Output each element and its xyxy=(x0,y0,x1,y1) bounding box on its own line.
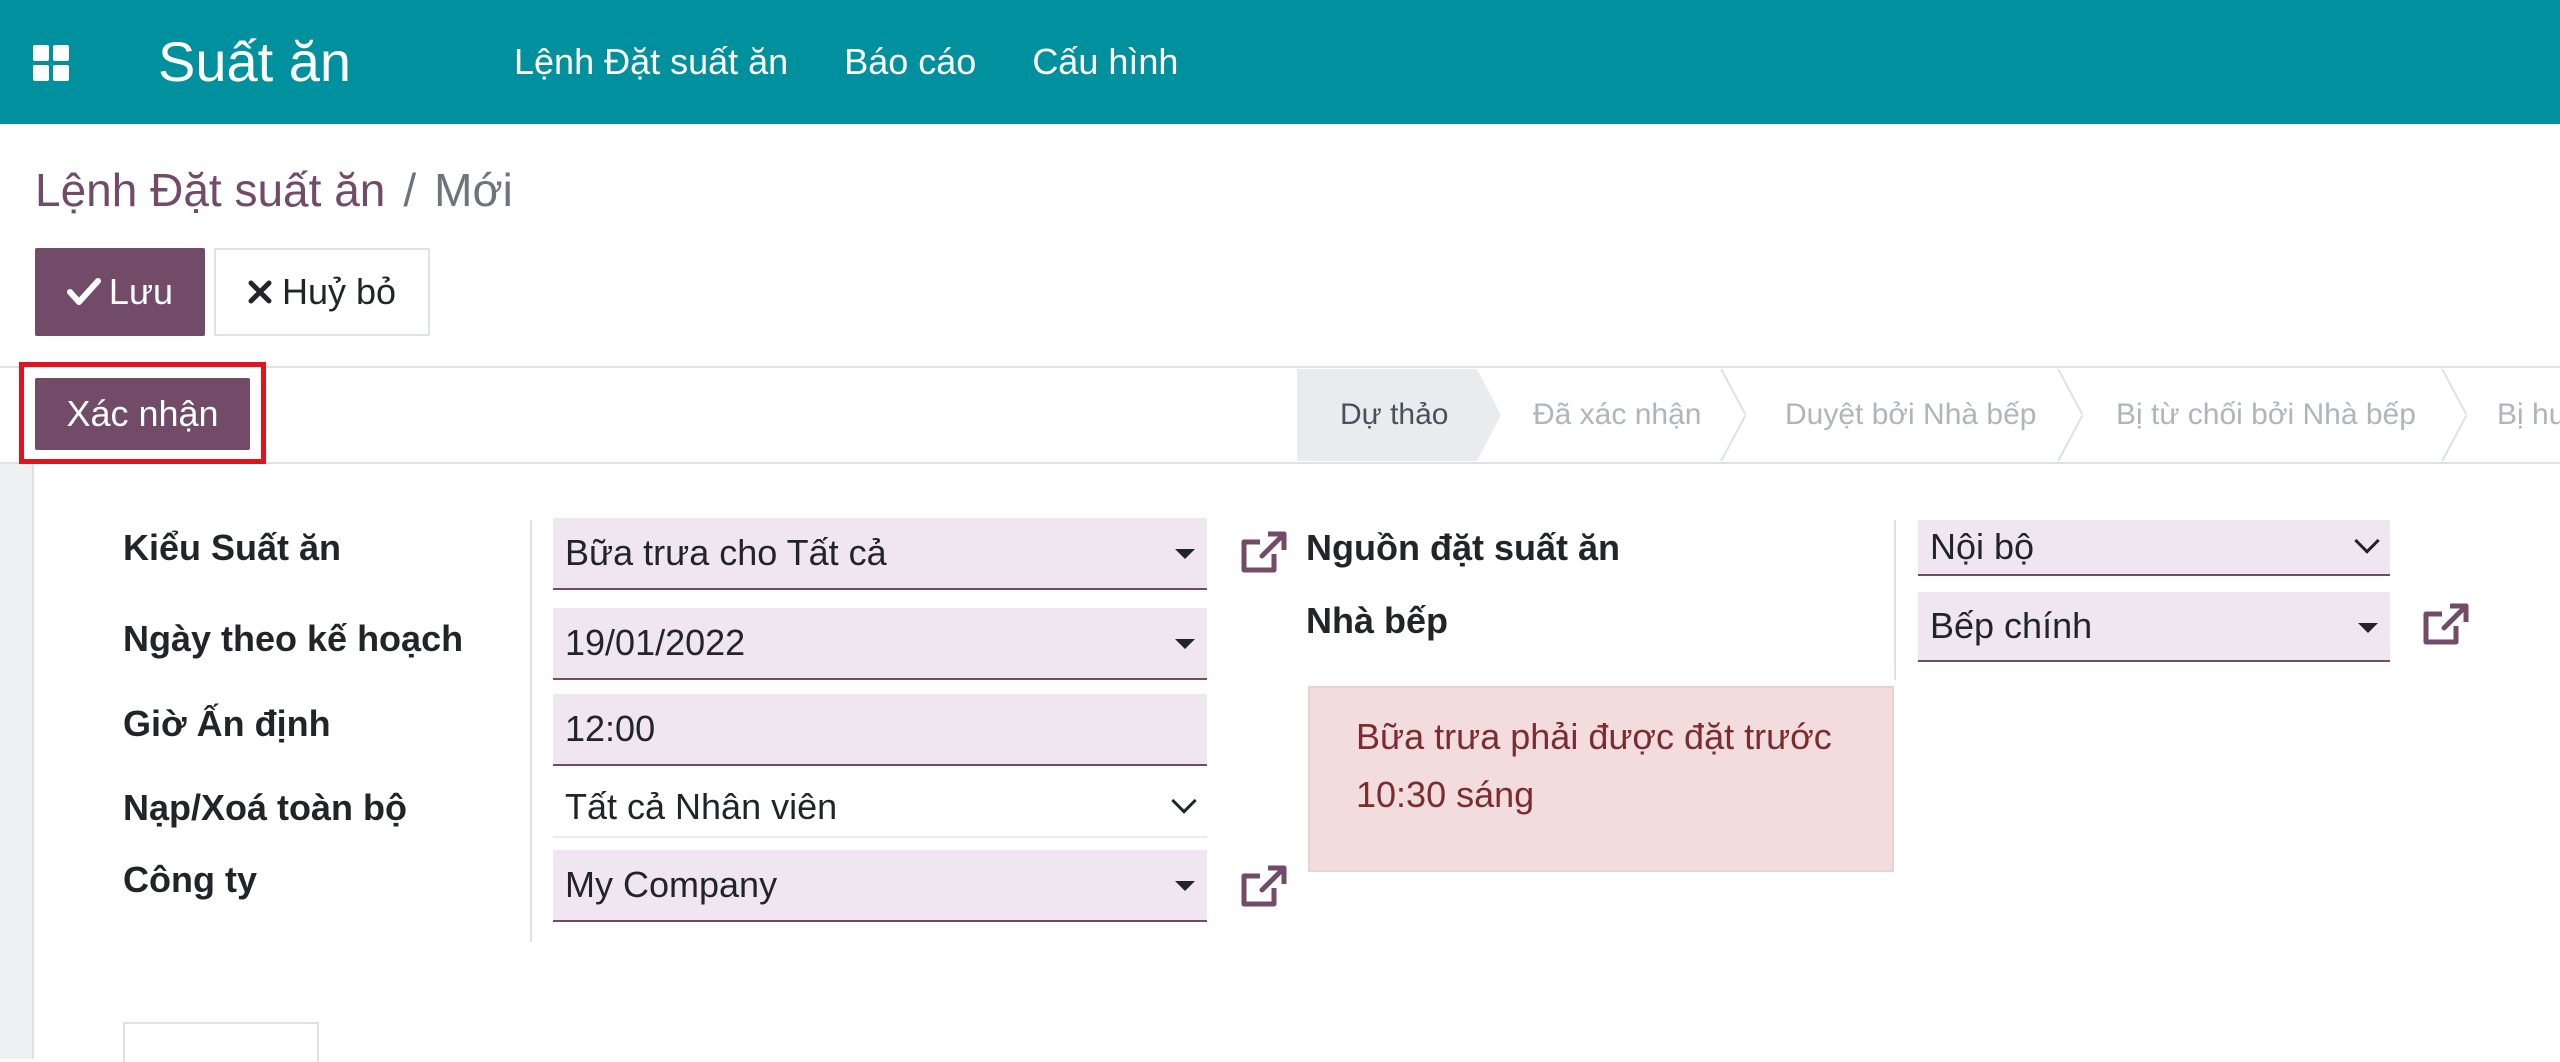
menu-item-orders[interactable]: Lệnh Đặt suất ăn xyxy=(514,38,788,86)
stage-cancelled[interactable]: Bị hu xyxy=(2497,369,2560,461)
external-link-icon[interactable] xyxy=(2420,600,2472,648)
order-source-select[interactable]: Nội bộ xyxy=(1918,520,2390,576)
label-company: Công ty xyxy=(123,859,257,900)
dropdown-caret-icon[interactable] xyxy=(1175,881,1195,891)
external-link-icon[interactable] xyxy=(1238,862,1290,910)
order-source-value: Nội bộ xyxy=(1930,526,2035,567)
discard-button[interactable]: Huỷ bỏ xyxy=(214,248,430,336)
dropdown-caret-icon[interactable] xyxy=(1175,549,1195,559)
main-menu: Lệnh Đặt suất ăn Báo cáo Cấu hình xyxy=(514,38,1178,86)
label-planned-date: Ngày theo kế hoạch xyxy=(123,618,464,659)
stage-separator xyxy=(1720,369,1746,461)
stage-kitchen-rejected[interactable]: Bị từ chối bởi Nhà bếp xyxy=(2116,369,2416,461)
chevron-down-icon[interactable] xyxy=(1171,788,1197,814)
load-clear-all-select[interactable]: Tất cả Nhân viên xyxy=(553,776,1207,838)
stage-separator xyxy=(2441,369,2467,461)
breadcrumb-separator: / xyxy=(403,164,417,216)
stage-confirmed[interactable]: Đã xác nhận xyxy=(1533,369,1701,461)
stage-separator xyxy=(2057,369,2083,461)
meal-type-value: Bữa trưa cho Tất cả xyxy=(565,532,887,573)
check-icon xyxy=(66,278,101,305)
label-divider xyxy=(1894,520,1896,680)
label-meal-type: Kiểu Suất ăn xyxy=(123,527,342,568)
stage-arrow xyxy=(1477,369,1501,461)
app-title[interactable]: Suất ăn xyxy=(158,30,351,94)
label-order-source: Nguồn đặt suất ăn xyxy=(1306,527,1620,568)
company-value: My Company xyxy=(565,864,778,905)
planned-date-field[interactable]: 19/01/2022 xyxy=(553,608,1207,680)
sheet-gutter xyxy=(0,464,34,1059)
planned-date-value: 19/01/2022 xyxy=(565,622,746,663)
fixed-time-value: 12:00 xyxy=(565,708,656,749)
menu-item-configuration[interactable]: Cấu hình xyxy=(1032,38,1178,86)
label-load-clear-all: Nạp/Xoá toàn bộ xyxy=(123,787,408,828)
fixed-time-field[interactable]: 12:00 xyxy=(553,694,1207,766)
alert-line-2: 10:30 sáng xyxy=(1356,774,1535,815)
breadcrumb-parent[interactable]: Lệnh Đặt suất ăn xyxy=(35,164,385,216)
company-field[interactable]: My Company xyxy=(553,850,1207,922)
menu-item-reports[interactable]: Báo cáo xyxy=(844,38,976,86)
label-divider xyxy=(530,520,532,942)
kitchen-value: Bếp chính xyxy=(1930,605,2093,646)
alert-line-1: Bữa trưa phải được đặt trước xyxy=(1356,716,1832,757)
highlight-frame xyxy=(19,362,266,464)
save-label: Lưu xyxy=(108,271,174,312)
kitchen-field[interactable]: Bếp chính xyxy=(1918,592,2390,662)
breadcrumb-current: Mới xyxy=(434,164,513,216)
notebook-tab[interactable] xyxy=(123,1022,319,1062)
chevron-down-icon[interactable] xyxy=(2354,528,2380,554)
label-fixed-time: Giờ Ấn định xyxy=(123,703,331,744)
order-deadline-alert: Bữa trưa phải được đặt trước 10:30 sáng xyxy=(1308,686,1894,872)
stage-draft[interactable]: Dự thảo xyxy=(1297,369,1477,461)
stage-pipeline: Dự thảo Đã xác nhận Duyệt bởi Nhà bếp Bị… xyxy=(1297,369,2560,461)
label-kitchen: Nhà bếp xyxy=(1306,600,1449,641)
external-link-icon[interactable] xyxy=(1238,528,1290,576)
dropdown-caret-icon[interactable] xyxy=(1175,639,1195,649)
breadcrumb: Lệnh Đặt suất ăn / Mới xyxy=(35,160,513,220)
top-navbar: Suất ăn Lệnh Đặt suất ăn Báo cáo Cấu hìn… xyxy=(0,0,2560,124)
save-button[interactable]: Lưu xyxy=(35,248,205,336)
discard-label: Huỷ bỏ xyxy=(281,271,397,312)
close-icon xyxy=(248,280,272,304)
dropdown-caret-icon[interactable] xyxy=(2358,623,2378,633)
stage-kitchen-approved[interactable]: Duyệt bởi Nhà bếp xyxy=(1785,369,2036,461)
meal-type-field[interactable]: Bữa trưa cho Tất cả xyxy=(553,518,1207,590)
load-clear-all-value: Tất cả Nhân viên xyxy=(565,786,838,827)
apps-grid-icon[interactable] xyxy=(33,45,69,81)
